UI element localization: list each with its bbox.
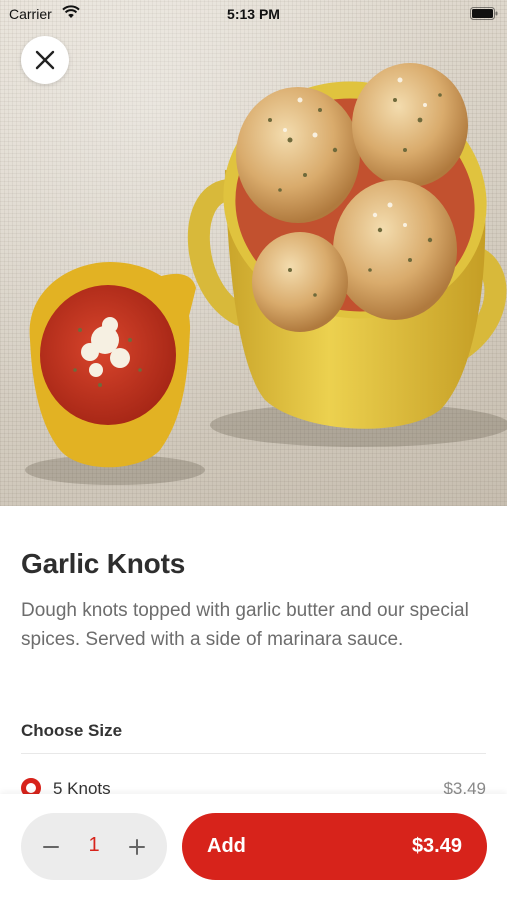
item-description: Dough knots topped with garlic butter an… (21, 600, 469, 650)
close-icon (35, 50, 55, 70)
decrease-quantity-button[interactable] (25, 813, 77, 880)
divider (21, 753, 486, 754)
radio-selected-icon[interactable] (21, 778, 41, 794)
garlic-knots-illustration (25, 63, 507, 485)
size-option-price: $3.49 (443, 779, 486, 794)
minus-icon (43, 845, 59, 848)
plus-icon (129, 838, 145, 855)
item-details: Garlic Knots Dough knots topped with gar… (0, 506, 507, 794)
quantity-value: 1 (88, 834, 100, 856)
size-section-heading: Choose Size (21, 721, 123, 740)
status-time: 5:13 PM (227, 6, 280, 22)
size-option-label: 5 Knots (53, 779, 111, 794)
quantity-stepper: 1 (21, 813, 167, 880)
close-button[interactable] (21, 36, 69, 84)
increase-quantity-button[interactable] (111, 813, 163, 880)
bottom-action-bar: 1 Add $3.49 (0, 794, 507, 900)
item-title: Garlic Knots (21, 548, 186, 579)
hero-image (0, 0, 507, 506)
battery-icon (470, 7, 498, 20)
size-option-5-knots[interactable]: 5 Knots $3.49 (21, 774, 486, 794)
add-button-price: $3.49 (411, 835, 462, 857)
add-button-label: Add (207, 835, 246, 857)
add-to-order-button[interactable]: Add $3.49 (182, 813, 487, 880)
status-bar: Carrier 5:13 PM (0, 0, 507, 28)
